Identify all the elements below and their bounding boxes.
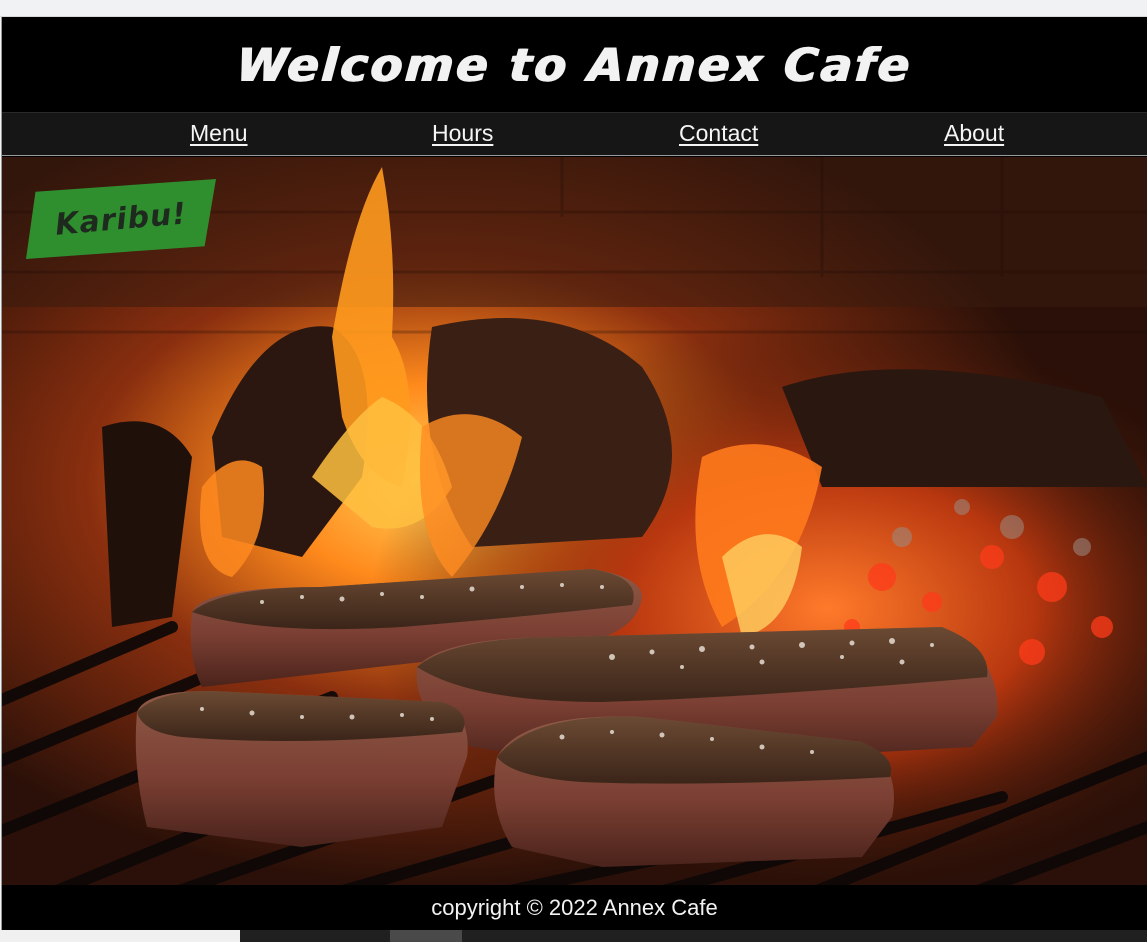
- grilled-steaks-fire-photo: [2, 157, 1147, 885]
- hero-image: Karibu!: [2, 157, 1147, 885]
- welcome-badge-text: Karibu!: [53, 195, 189, 243]
- site-footer: copyright © 2022 Annex Cafe: [2, 885, 1147, 930]
- browser-bottom-bar: [0, 930, 1147, 942]
- page: Welcome to Annex Cafe Menu Hours Contact…: [1, 17, 1147, 930]
- taskbar-left: [0, 930, 240, 942]
- copyright-text: copyright © 2022 Annex Cafe: [431, 894, 718, 920]
- nav-link-menu[interactable]: Menu: [190, 120, 248, 147]
- nav-link-hours[interactable]: Hours: [432, 120, 493, 147]
- nav-link-contact[interactable]: Contact: [679, 120, 758, 147]
- main-nav: Menu Hours Contact About: [2, 112, 1147, 156]
- browser-top-strip: [0, 0, 1147, 17]
- welcome-badge: Karibu!: [26, 179, 216, 259]
- site-header: Welcome to Annex Cafe: [2, 17, 1147, 112]
- nav-link-about[interactable]: About: [944, 120, 1004, 147]
- taskbar-tab[interactable]: [390, 930, 462, 942]
- site-title: Welcome to Annex Cafe: [234, 37, 915, 92]
